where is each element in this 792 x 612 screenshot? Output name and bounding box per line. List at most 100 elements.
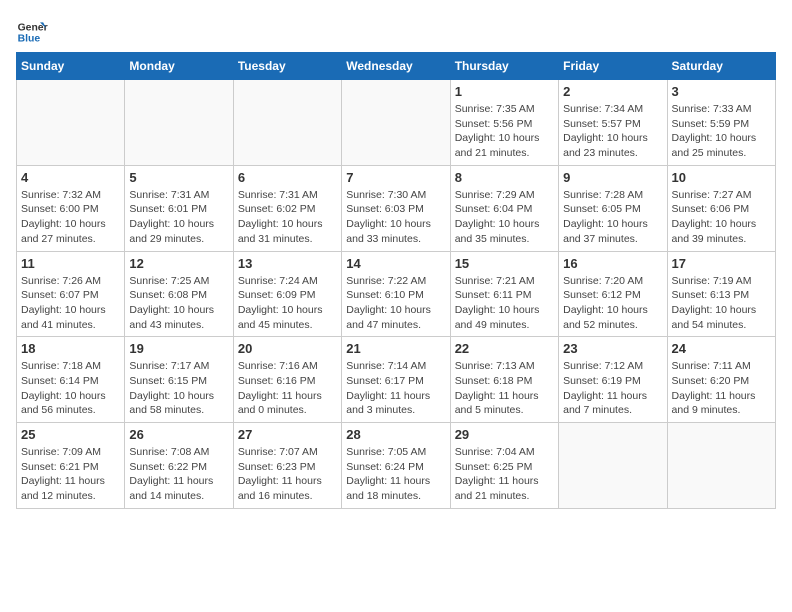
day-detail: Sunrise: 7:12 AM Sunset: 6:19 PM Dayligh… (563, 359, 662, 418)
calendar-cell: 15 Sunrise: 7:21 AM Sunset: 6:11 PM Dayli… (450, 251, 558, 337)
calendar-cell: 23Sunrise: 7:12 AM Sunset: 6:19 PM Dayli… (559, 337, 667, 423)
day-number: 9 (563, 170, 662, 185)
day-number: 27 (238, 427, 337, 442)
day-number: 19 (129, 341, 228, 356)
calendar-cell: 28 Sunrise: 7:05 AM Sunset: 6:24 PM Dayli… (342, 423, 450, 509)
calendar-cell (17, 80, 125, 166)
day-of-week-header: Saturday (667, 53, 775, 80)
calendar-cell: 19 Sunrise: 7:17 AM Sunset: 6:15 PM Dayli… (125, 337, 233, 423)
day-detail: Sunrise: 7:04 AM Sunset: 6:25 PM Dayligh… (455, 445, 554, 504)
calendar-cell: 6 Sunrise: 7:31 AM Sunset: 6:02 PM Daylig… (233, 165, 341, 251)
logo-icon: General Blue (16, 16, 48, 48)
calendar-cell: 10 Sunrise: 7:27 AM Sunset: 6:06 PM Dayli… (667, 165, 775, 251)
calendar-cell: 20 Sunrise: 7:16 AM Sunset: 6:16 PM Dayli… (233, 337, 341, 423)
calendar-cell: 8Sunrise: 7:29 AM Sunset: 6:04 PM Daylig… (450, 165, 558, 251)
day-of-week-header: Thursday (450, 53, 558, 80)
week-row: 25 Sunrise: 7:09 AM Sunset: 6:21 PM Dayli… (17, 423, 776, 509)
day-number: 16 (563, 256, 662, 271)
calendar-cell: 18 Sunrise: 7:18 AM Sunset: 6:14 PM Dayli… (17, 337, 125, 423)
day-detail: Sunrise: 7:27 AM Sunset: 6:06 PM Dayligh… (672, 188, 771, 247)
day-number: 2 (563, 84, 662, 99)
day-number: 22 (455, 341, 554, 356)
day-detail: Sunrise: 7:31 AM Sunset: 6:02 PM Dayligh… (238, 188, 337, 247)
day-number: 5 (129, 170, 228, 185)
calendar-cell: 25 Sunrise: 7:09 AM Sunset: 6:21 PM Dayli… (17, 423, 125, 509)
day-detail: Sunrise: 7:34 AM Sunset: 5:57 PM Dayligh… (563, 102, 662, 161)
calendar-cell: 7 Sunrise: 7:30 AM Sunset: 6:03 PM Daylig… (342, 165, 450, 251)
calendar-cell: 21Sunrise: 7:14 AM Sunset: 6:17 PM Dayli… (342, 337, 450, 423)
day-number: 20 (238, 341, 337, 356)
logo: General Blue (16, 16, 52, 48)
day-detail: Sunrise: 7:07 AM Sunset: 6:23 PM Dayligh… (238, 445, 337, 504)
day-detail: Sunrise: 7:31 AM Sunset: 6:01 PM Dayligh… (129, 188, 228, 247)
day-number: 15 (455, 256, 554, 271)
day-number: 13 (238, 256, 337, 271)
day-number: 1 (455, 84, 554, 99)
week-row: 18 Sunrise: 7:18 AM Sunset: 6:14 PM Dayli… (17, 337, 776, 423)
week-row: 1 Sunrise: 7:35 AM Sunset: 5:56 PM Daylig… (17, 80, 776, 166)
day-number: 6 (238, 170, 337, 185)
calendar-cell: 2 Sunrise: 7:34 AM Sunset: 5:57 PM Daylig… (559, 80, 667, 166)
calendar-cell: 1 Sunrise: 7:35 AM Sunset: 5:56 PM Daylig… (450, 80, 558, 166)
calendar-cell: 17 Sunrise: 7:19 AM Sunset: 6:13 PM Dayli… (667, 251, 775, 337)
day-detail: Sunrise: 7:05 AM Sunset: 6:24 PM Dayligh… (346, 445, 445, 504)
header: General Blue (16, 16, 776, 48)
day-number: 25 (21, 427, 120, 442)
day-of-week-header: Tuesday (233, 53, 341, 80)
day-number: 28 (346, 427, 445, 442)
calendar-cell (342, 80, 450, 166)
calendar-cell: 24Sunrise: 7:11 AM Sunset: 6:20 PM Dayli… (667, 337, 775, 423)
day-detail: Sunrise: 7:25 AM Sunset: 6:08 PM Dayligh… (129, 274, 228, 333)
day-detail: Sunrise: 7:16 AM Sunset: 6:16 PM Dayligh… (238, 359, 337, 418)
calendar-body: 1 Sunrise: 7:35 AM Sunset: 5:56 PM Daylig… (17, 80, 776, 509)
calendar-cell: 22 Sunrise: 7:13 AM Sunset: 6:18 PM Dayli… (450, 337, 558, 423)
day-detail: Sunrise: 7:09 AM Sunset: 6:21 PM Dayligh… (21, 445, 120, 504)
day-detail: Sunrise: 7:22 AM Sunset: 6:10 PM Dayligh… (346, 274, 445, 333)
day-detail: Sunrise: 7:24 AM Sunset: 6:09 PM Dayligh… (238, 274, 337, 333)
calendar-header-row: SundayMondayTuesdayWednesdayThursdayFrid… (17, 53, 776, 80)
day-detail: Sunrise: 7:17 AM Sunset: 6:15 PM Dayligh… (129, 359, 228, 418)
day-detail: Sunrise: 7:13 AM Sunset: 6:18 PM Dayligh… (455, 359, 554, 418)
calendar-cell: 29 Sunrise: 7:04 AM Sunset: 6:25 PM Dayli… (450, 423, 558, 509)
calendar-cell: 16 Sunrise: 7:20 AM Sunset: 6:12 PM Dayli… (559, 251, 667, 337)
calendar-table: SundayMondayTuesdayWednesdayThursdayFrid… (16, 52, 776, 509)
day-detail: Sunrise: 7:20 AM Sunset: 6:12 PM Dayligh… (563, 274, 662, 333)
calendar-cell: 27 Sunrise: 7:07 AM Sunset: 6:23 PM Dayli… (233, 423, 341, 509)
day-detail: Sunrise: 7:35 AM Sunset: 5:56 PM Dayligh… (455, 102, 554, 161)
day-detail: Sunrise: 7:19 AM Sunset: 6:13 PM Dayligh… (672, 274, 771, 333)
day-number: 26 (129, 427, 228, 442)
day-detail: Sunrise: 7:30 AM Sunset: 6:03 PM Dayligh… (346, 188, 445, 247)
day-number: 17 (672, 256, 771, 271)
day-number: 29 (455, 427, 554, 442)
calendar-cell (125, 80, 233, 166)
day-detail: Sunrise: 7:29 AM Sunset: 6:04 PM Dayligh… (455, 188, 554, 247)
svg-text:Blue: Blue (18, 34, 41, 45)
day-number: 12 (129, 256, 228, 271)
day-number: 18 (21, 341, 120, 356)
calendar-cell (667, 423, 775, 509)
day-number: 11 (21, 256, 120, 271)
day-number: 4 (21, 170, 120, 185)
calendar-cell (233, 80, 341, 166)
calendar-cell: 14 Sunrise: 7:22 AM Sunset: 6:10 PM Dayli… (342, 251, 450, 337)
day-number: 7 (346, 170, 445, 185)
day-detail: Sunrise: 7:18 AM Sunset: 6:14 PM Dayligh… (21, 359, 120, 418)
calendar-cell: 12 Sunrise: 7:25 AM Sunset: 6:08 PM Dayli… (125, 251, 233, 337)
day-of-week-header: Friday (559, 53, 667, 80)
calendar-cell: 13 Sunrise: 7:24 AM Sunset: 6:09 PM Dayli… (233, 251, 341, 337)
day-detail: Sunrise: 7:21 AM Sunset: 6:11 PM Dayligh… (455, 274, 554, 333)
day-detail: Sunrise: 7:32 AM Sunset: 6:00 PM Dayligh… (21, 188, 120, 247)
calendar-cell: 11 Sunrise: 7:26 AM Sunset: 6:07 PM Dayli… (17, 251, 125, 337)
calendar-cell: 4 Sunrise: 7:32 AM Sunset: 6:00 PM Daylig… (17, 165, 125, 251)
calendar-cell: 3Sunrise: 7:33 AM Sunset: 5:59 PM Daylig… (667, 80, 775, 166)
day-number: 21 (346, 341, 445, 356)
calendar-cell: 5 Sunrise: 7:31 AM Sunset: 6:01 PM Daylig… (125, 165, 233, 251)
day-detail: Sunrise: 7:26 AM Sunset: 6:07 PM Dayligh… (21, 274, 120, 333)
day-detail: Sunrise: 7:33 AM Sunset: 5:59 PM Dayligh… (672, 102, 771, 161)
week-row: 4 Sunrise: 7:32 AM Sunset: 6:00 PM Daylig… (17, 165, 776, 251)
day-of-week-header: Monday (125, 53, 233, 80)
calendar-cell: 26Sunrise: 7:08 AM Sunset: 6:22 PM Dayli… (125, 423, 233, 509)
day-detail: Sunrise: 7:11 AM Sunset: 6:20 PM Dayligh… (672, 359, 771, 418)
day-number: 14 (346, 256, 445, 271)
day-number: 10 (672, 170, 771, 185)
